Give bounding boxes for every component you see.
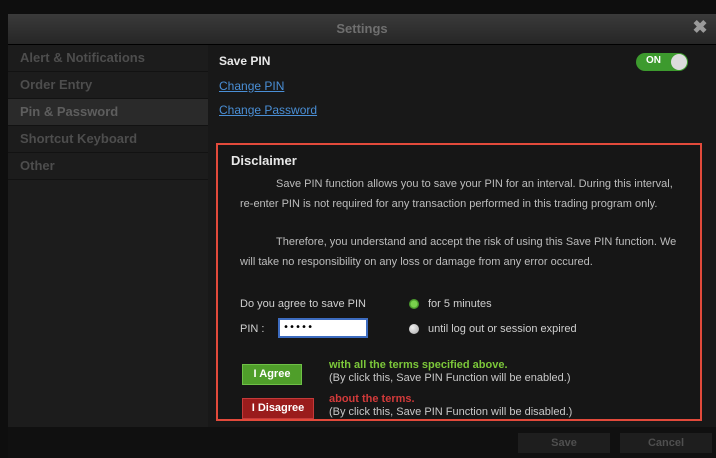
- disagree-button[interactable]: I Disagree: [242, 398, 314, 419]
- settings-content: Save PIN ON Change PIN Change Password D…: [208, 45, 716, 427]
- toggle-state-label: ON: [646, 55, 661, 66]
- option-until-logout-label: until log out or session expired: [428, 323, 577, 335]
- settings-sidebar: Alert & Notifications Order Entry Pin & …: [8, 45, 208, 427]
- disagree-subnote: (By click this, Save PIN Function will b…: [329, 406, 573, 418]
- agree-note: with all the terms specified above.: [329, 359, 508, 371]
- window-title: Settings: [336, 21, 388, 36]
- close-icon[interactable]: ✖: [690, 17, 710, 38]
- radio-5-minutes[interactable]: [409, 299, 419, 309]
- radio-until-logout[interactable]: [409, 324, 419, 334]
- save-button[interactable]: Save: [518, 433, 610, 453]
- sidebar-item-order-entry[interactable]: Order Entry: [8, 72, 208, 99]
- pin-input[interactable]: •••••: [278, 318, 368, 338]
- disclaimer-title: Disclaimer: [231, 153, 297, 168]
- title-bar: Settings ✖: [8, 14, 716, 45]
- sidebar-item-shortcut-keyboard[interactable]: Shortcut Keyboard: [8, 126, 208, 153]
- agree-button[interactable]: I Agree: [242, 364, 302, 385]
- save-pin-toggle[interactable]: ON: [636, 53, 688, 71]
- sidebar-item-alert-notifications[interactable]: Alert & Notifications: [8, 45, 208, 72]
- footer-bar: Save Cancel: [8, 427, 716, 458]
- disclaimer-paragraph-1: Save PIN function allows you to save you…: [240, 175, 688, 214]
- option-5-minutes-label: for 5 minutes: [428, 298, 492, 310]
- settings-window: Settings ✖ Alert & Notifications Order E…: [8, 14, 716, 458]
- change-pin-link[interactable]: Change PIN: [219, 79, 284, 93]
- toggle-knob: [671, 54, 687, 70]
- disagree-note: about the terms.: [329, 393, 415, 405]
- save-pin-label: Save PIN: [219, 54, 271, 68]
- disclaimer-text-1: Save PIN function allows you to save you…: [240, 178, 673, 210]
- change-password-link[interactable]: Change Password: [219, 103, 317, 117]
- disclaimer-paragraph-2: Therefore, you understand and accept the…: [240, 233, 688, 272]
- disclaimer-text-2: Therefore, you understand and accept the…: [240, 236, 677, 268]
- agree-subnote: (By click this, Save PIN Function will b…: [329, 372, 571, 384]
- agree-question: Do you agree to save PIN: [240, 298, 366, 310]
- sidebar-item-pin-password[interactable]: Pin & Password: [8, 99, 208, 126]
- pin-label: PIN :: [240, 323, 265, 335]
- sidebar-item-other[interactable]: Other: [8, 153, 208, 180]
- cancel-button[interactable]: Cancel: [620, 433, 712, 453]
- disclaimer-panel: Disclaimer Save PIN function allows you …: [216, 143, 702, 421]
